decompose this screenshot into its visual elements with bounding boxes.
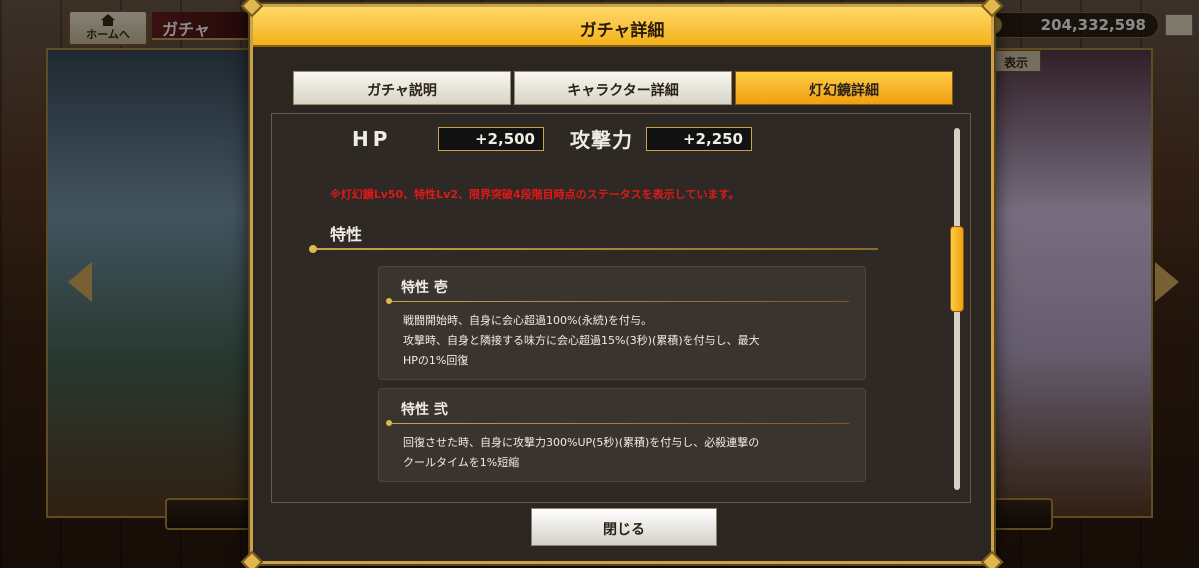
trait-divider	[389, 301, 849, 302]
section-divider	[312, 248, 878, 250]
status-note: ※灯幻鏡Lv50、特性Lv2、限界突破4段階目時点のステータスを表示しています。	[330, 188, 740, 201]
modal-title: ガチャ詳細	[253, 7, 991, 47]
hp-value: +2,500	[438, 126, 544, 151]
trait-description: 戦闘開始時、自身に会心超過100%(永続)を付与。 攻撃時、自身と隣接する味方に…	[403, 311, 760, 371]
trait-divider-dot	[386, 420, 392, 426]
close-button[interactable]: 閉じる	[531, 508, 717, 546]
trait-description-line: クールタイムを1%短縮	[403, 456, 520, 469]
scrollbar-thumb[interactable]	[950, 226, 964, 312]
tab-gacha-description[interactable]: ガチャ説明	[293, 71, 511, 105]
detail-content-panel[interactable]: HP +2,500 攻撃力 +2,250 ※灯幻鏡Lv50、特性Lv2、限界突破…	[271, 113, 971, 503]
trait-description-line: HPの1%回復	[403, 354, 469, 367]
trait-title: 特性 弐	[401, 402, 448, 418]
tab-mirror-detail[interactable]: 灯幻鏡詳細	[735, 71, 953, 105]
trait-title: 特性 壱	[401, 280, 448, 296]
trait-description: 回復させた時、自身に攻撃力300%UP(5秒)(累積)を付与し、必殺連撃の クー…	[403, 433, 759, 473]
trait-divider	[389, 423, 849, 424]
trait-card-2: 特性 弐 回復させた時、自身に攻撃力300%UP(5秒)(累積)を付与し、必殺連…	[378, 388, 866, 482]
section-divider-dot	[309, 245, 317, 253]
attack-label: 攻撃力	[570, 128, 633, 152]
tab-bar: ガチャ説明 キャラクター詳細 灯幻鏡詳細	[293, 71, 953, 105]
trait-description-line: 戦闘開始時、自身に会心超過100%(永続)を付与。	[403, 314, 653, 327]
stats-row: HP +2,500 攻撃力 +2,250	[352, 124, 752, 153]
trait-description-line: 回復させた時、自身に攻撃力300%UP(5秒)(累積)を付与し、必殺連撃の	[403, 436, 760, 449]
tab-character-detail[interactable]: キャラクター詳細	[514, 71, 732, 105]
trait-divider-dot	[386, 298, 392, 304]
section-title-traits: 特性	[330, 225, 363, 244]
trait-card-1: 特性 壱 戦闘開始時、自身に会心超過100%(永続)を付与。 攻撃時、自身と隣接…	[378, 266, 866, 380]
hp-label: HP	[352, 126, 392, 151]
gacha-detail-modal: ガチャ詳細 ガチャ説明 キャラクター詳細 灯幻鏡詳細 HP +2,500 攻撃力…	[240, 0, 1004, 568]
trait-description-line: 攻撃時、自身と隣接する味方に会心超過15%(3秒)(累積)を付与し、最大	[403, 334, 760, 347]
attack-value: +2,250	[646, 126, 752, 151]
